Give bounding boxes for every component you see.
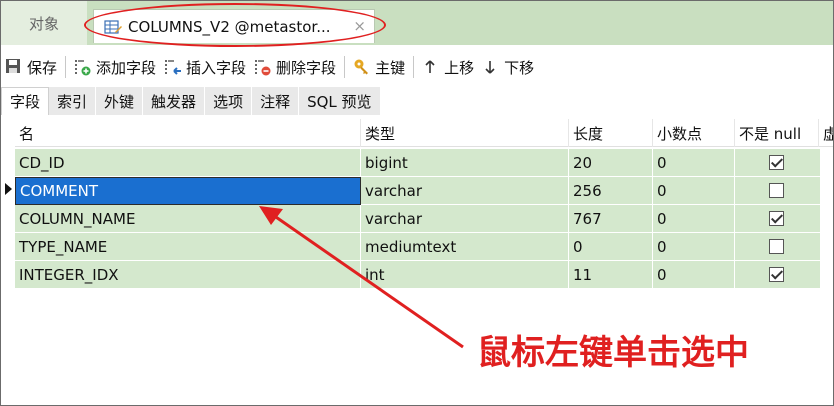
column-header-name[interactable]: 名 [15,119,361,147]
tab-triggers[interactable]: 触发器 [143,87,206,115]
not-null-checkbox[interactable] [769,267,784,282]
key-icon [353,58,371,76]
tab-title: COLUMNS_V2 @metastor... [128,17,331,36]
tab-objects-label: 对象 [28,14,59,33]
column-header-virtual[interactable]: 虚 [819,119,833,147]
cell-name-selected[interactable]: COMMENT [15,177,361,205]
tab-comments[interactable]: 注释 [252,87,300,115]
table-row[interactable]: TYPE_NAME mediumtext 0 0 [15,233,833,261]
move-up-label: 上移 [444,58,475,77]
cell-type[interactable]: bigint [361,149,569,177]
close-icon[interactable]: × [353,17,366,35]
table-design-icon [104,19,122,35]
cell-name[interactable]: TYPE_NAME [15,233,361,261]
save-icon [5,58,23,76]
insert-field-icon [164,58,182,76]
cell-not-null [735,205,821,233]
cell-decimals[interactable]: 0 [653,177,735,205]
cell-not-null [735,261,821,289]
current-row-indicator-icon [5,183,12,195]
delete-field-label: 删除字段 [276,58,337,77]
column-header-decimals[interactable]: 小数点 [653,119,735,147]
toolbar-divider [344,56,346,78]
cell-length[interactable]: 256 [569,177,653,205]
cell-type[interactable]: varchar [361,205,569,233]
tab-bar: 对象 COLUMNS_V2 @metastor... × [1,1,833,45]
move-down-button[interactable]: 下移 [478,53,538,81]
add-field-label: 添加字段 [96,58,157,77]
annotation-text: 鼠标左键单击选中 [477,333,749,373]
not-null-checkbox[interactable] [769,239,784,254]
tab-fields[interactable]: 字段 [1,87,50,115]
table-row[interactable]: CD_ID bigint 20 0 [15,149,833,177]
move-up-button[interactable]: 上移 [418,53,478,81]
primary-key-label: 主键 [375,58,406,77]
add-field-button[interactable]: 添加字段 [70,53,160,81]
table-row[interactable]: INTEGER_IDX int 11 0 [15,261,833,289]
save-label: 保存 [27,58,58,77]
cell-not-null [735,233,821,261]
table-row-selected[interactable]: COMMENT varchar 256 0 [15,177,833,205]
cell-type[interactable]: varchar [361,177,569,205]
tab-indexes[interactable]: 索引 [49,87,97,115]
toolbar: 保存 添加字段 插入字段 删除字段 主键 上移 下移 [1,51,833,83]
cell-decimals[interactable]: 0 [653,149,735,177]
tab-sql-preview[interactable]: SQL 预览 [299,87,381,115]
cell-name[interactable]: COLUMN_NAME [15,205,361,233]
toolbar-divider [413,56,415,78]
save-button[interactable]: 保存 [1,53,61,81]
move-down-label: 下移 [504,58,535,77]
cell-type[interactable]: int [361,261,569,289]
cell-decimals[interactable]: 0 [653,233,735,261]
designer-subtabs: 字段 索引 外键 触发器 选项 注释 SQL 预览 [1,87,833,115]
tab-columns-v2[interactable]: COLUMNS_V2 @metastor... × [93,9,375,43]
tab-foreign-keys[interactable]: 外键 [96,87,144,115]
not-null-checkbox[interactable] [769,211,784,226]
delete-field-button[interactable]: 删除字段 [250,53,340,81]
not-null-checkbox[interactable] [769,155,784,170]
toolbar-divider [65,56,67,78]
column-header-not-null[interactable]: 不是 null [735,119,819,147]
arrow-down-icon [482,58,500,76]
not-null-checkbox[interactable] [769,183,784,198]
add-field-icon [74,58,92,76]
cell-length[interactable]: 767 [569,205,653,233]
cell-decimals[interactable]: 0 [653,205,735,233]
primary-key-button[interactable]: 主键 [349,53,409,81]
insert-field-button[interactable]: 插入字段 [160,53,250,81]
cell-decimals[interactable]: 0 [653,261,735,289]
cell-not-null [735,149,821,177]
cell-type[interactable]: mediumtext [361,233,569,261]
cell-name[interactable]: INTEGER_IDX [15,261,361,289]
tab-objects[interactable]: 对象 [1,1,87,45]
cell-not-null [735,177,821,205]
cell-length[interactable]: 0 [569,233,653,261]
tab-options[interactable]: 选项 [205,87,253,115]
grid-header: 名 类型 长度 小数点 不是 null 虚 [15,119,833,147]
cell-name[interactable]: CD_ID [15,149,361,177]
table-row[interactable]: COLUMN_NAME varchar 767 0 [15,205,833,233]
delete-field-icon [254,58,272,76]
column-header-type[interactable]: 类型 [361,119,569,147]
cell-length[interactable]: 11 [569,261,653,289]
cell-length[interactable]: 20 [569,149,653,177]
table-designer-window: 对象 COLUMNS_V2 @metastor... × 保存 添加字段 插入字… [0,0,834,406]
column-header-length[interactable]: 长度 [569,119,653,147]
insert-field-label: 插入字段 [186,58,247,77]
arrow-up-icon [422,58,440,76]
